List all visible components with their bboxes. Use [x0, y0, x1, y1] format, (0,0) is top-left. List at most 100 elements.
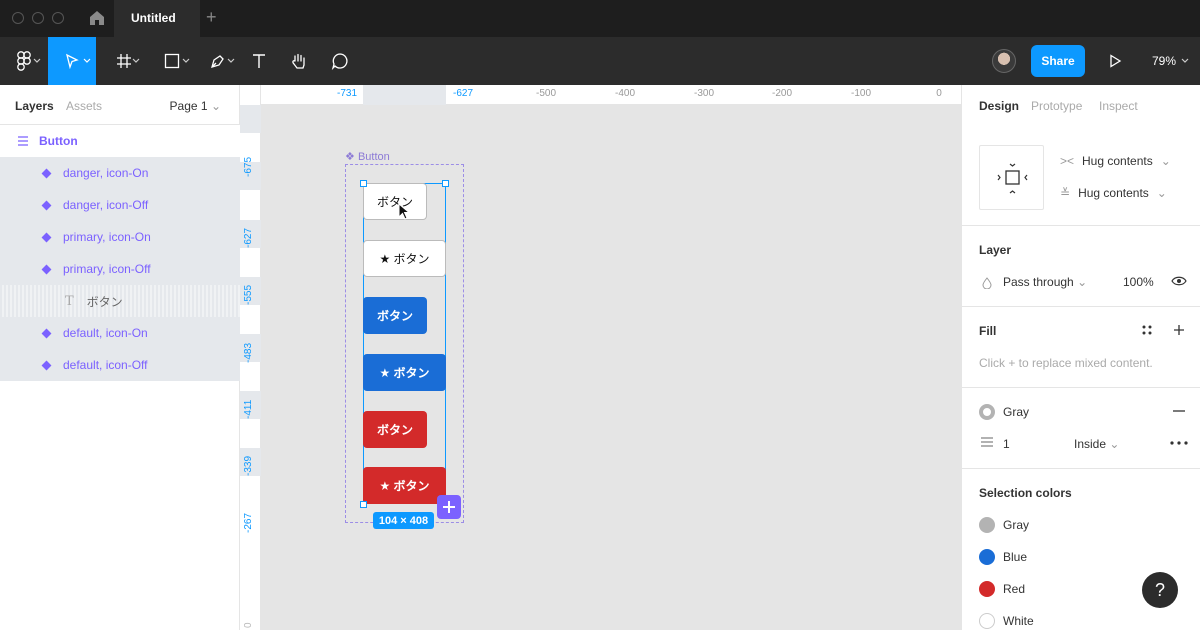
selection-color-name[interactable]: Red: [1003, 582, 1025, 596]
layer-row-variant[interactable]: default, icon-On: [0, 317, 240, 349]
page-selector[interactable]: Page 1 ⌄: [170, 99, 221, 113]
layer-name: Button: [39, 134, 78, 148]
button-variant-default-icon-off[interactable]: ボタン: [363, 183, 427, 220]
selection-color-name[interactable]: White: [1003, 614, 1034, 628]
resize-handle[interactable]: [442, 180, 449, 187]
home-icon[interactable]: [88, 9, 106, 27]
more-options-icon[interactable]: [1170, 441, 1188, 445]
zoom-window-button[interactable]: [52, 12, 64, 24]
layer-row-button[interactable]: Button: [0, 125, 240, 157]
ruler-label: -100: [850, 88, 872, 99]
layer-row-text[interactable]: T ボタン: [0, 285, 240, 317]
move-tool-button[interactable]: [48, 37, 96, 85]
resize-handle[interactable]: [360, 501, 367, 508]
layers-panel: Layers Assets Page 1 ⌄ Button danger, ic…: [0, 85, 240, 630]
chevron-down-icon[interactable]: [1181, 57, 1189, 65]
style-grid-icon[interactable]: [1142, 325, 1152, 335]
shape-tool-button[interactable]: [152, 37, 192, 85]
stroke-weight-input[interactable]: 1: [1003, 437, 1010, 451]
vertical-resizing-value: Hug contents: [1078, 186, 1149, 200]
opacity-input[interactable]: 100%: [1123, 275, 1154, 289]
new-tab-icon[interactable]: +: [206, 8, 217, 26]
ruler-label: -339: [243, 455, 254, 476]
resize-handle[interactable]: [360, 180, 367, 187]
horizontal-resizing-value: Hug contents: [1082, 154, 1153, 168]
plus-icon: [443, 501, 455, 513]
selection-box[interactable]: [363, 183, 446, 504]
chevron-down-icon: ⌄: [1109, 437, 1120, 451]
auto-layout-icon: [18, 136, 28, 146]
ruler-label: 0: [936, 88, 942, 99]
add-variant-button[interactable]: [437, 495, 461, 519]
file-tab-title[interactable]: Untitled: [131, 11, 176, 25]
hand-tool-button[interactable]: [284, 37, 314, 85]
vertical-resizing[interactable]: ≚ Hug contents ⌄: [1060, 186, 1167, 200]
ruler-label: -267: [243, 512, 254, 533]
stroke-style-name[interactable]: Gray: [1003, 405, 1029, 419]
close-window-button[interactable]: [12, 12, 24, 24]
layer-row-variant[interactable]: primary, icon-Off: [0, 253, 240, 285]
comment-tool-button[interactable]: [325, 37, 355, 85]
horizontal-resizing[interactable]: >< Hug contents ⌄: [1060, 154, 1171, 168]
layer-row-variant[interactable]: danger, icon-On: [0, 157, 240, 189]
button-text: ボタン: [376, 423, 413, 437]
user-avatar[interactable]: [992, 49, 1016, 73]
text-layer-icon: T: [65, 293, 74, 309]
button-variant-primary-icon-off[interactable]: ボタン: [363, 297, 427, 334]
button-text: ボタン: [376, 309, 413, 323]
main-menu-button[interactable]: [4, 37, 44, 85]
button-variant-danger-icon-on[interactable]: ★ ボタン: [363, 467, 446, 504]
frame-tool-button[interactable]: [104, 37, 144, 85]
component-diamond-icon: [41, 360, 52, 370]
layer-row-variant[interactable]: default, icon-Off: [0, 349, 240, 381]
button-variant-default-icon-on[interactable]: ★ ボタン: [363, 240, 446, 277]
plus-icon[interactable]: [1173, 324, 1185, 336]
selection-color-swatch[interactable]: [979, 613, 995, 629]
blend-mode-select[interactable]: Pass through ⌄: [1003, 275, 1087, 289]
pen-tool-button[interactable]: [198, 37, 238, 85]
text-tool-button[interactable]: [244, 37, 274, 85]
hand-icon: [292, 53, 305, 69]
stroke-swatch[interactable]: [979, 404, 995, 420]
button-variant-danger-icon-off[interactable]: ボタン: [363, 411, 427, 448]
chevron-down-icon: [33, 58, 41, 63]
tab-assets[interactable]: Assets: [66, 99, 102, 113]
selection-color-swatch[interactable]: [979, 549, 995, 565]
component-diamond-icon: [41, 200, 52, 210]
ruler-label: -200: [771, 88, 793, 99]
ruler-label: -411: [243, 399, 254, 419]
selection-color-swatch[interactable]: [979, 581, 995, 597]
blend-drop-icon: [982, 277, 992, 289]
tab-design[interactable]: Design: [979, 99, 1019, 113]
stroke-position-value: Inside: [1074, 437, 1107, 451]
ruler-label: -483: [243, 342, 254, 363]
horizontal-hug-icon: ><: [1060, 154, 1075, 168]
button-variant-primary-icon-on[interactable]: ★ ボタン: [363, 354, 446, 391]
eye-icon[interactable]: [1171, 275, 1187, 287]
selection-color-swatch[interactable]: [979, 517, 995, 533]
button-text: ★ ボタン: [379, 252, 430, 266]
tab-inspect[interactable]: Inspect: [1099, 99, 1138, 113]
share-button[interactable]: Share: [1031, 45, 1085, 77]
component-set-label[interactable]: ❖ Button: [345, 150, 390, 163]
alignment-box[interactable]: [979, 145, 1044, 210]
minus-icon[interactable]: [1173, 410, 1185, 412]
chevron-down-icon: [132, 58, 140, 63]
help-button[interactable]: ?: [1142, 572, 1178, 608]
ruler-selection-highlight: [240, 105, 261, 133]
present-button[interactable]: [1100, 37, 1130, 85]
layer-row-variant[interactable]: danger, icon-Off: [0, 189, 240, 221]
tab-prototype[interactable]: Prototype: [1031, 99, 1082, 113]
figma-logo-icon: [17, 51, 31, 71]
selection-colors-title: Selection colors: [979, 486, 1072, 500]
zoom-level[interactable]: 79%: [1152, 54, 1176, 68]
selection-color-name[interactable]: Blue: [1003, 550, 1027, 564]
pen-icon: [211, 55, 224, 68]
stroke-position-select[interactable]: Inside ⌄: [1074, 437, 1119, 451]
selection-color-name[interactable]: Gray: [1003, 518, 1029, 532]
minimize-window-button[interactable]: [32, 12, 44, 24]
layer-row-variant[interactable]: primary, icon-On: [0, 221, 240, 253]
mouse-cursor-icon: [398, 203, 411, 220]
canvas[interactable]: ❖ Button ボタン ★ ボタン ボタン ★ ボタン ボタン ★ ボタン 1…: [261, 105, 961, 630]
tab-layers[interactable]: Layers: [15, 99, 54, 113]
